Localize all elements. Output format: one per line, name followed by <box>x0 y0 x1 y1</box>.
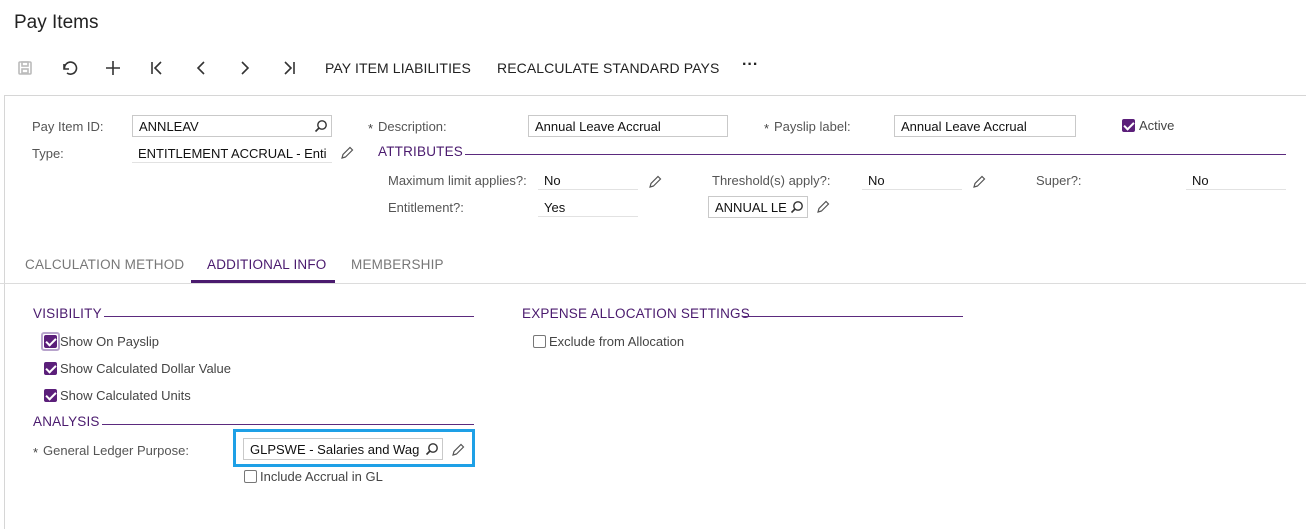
search-icon[interactable] <box>790 200 804 214</box>
payslip-label-required-marker: * <box>764 121 770 136</box>
payslip-label-label: Payslip label: <box>774 119 851 134</box>
pencil-icon[interactable] <box>815 199 831 215</box>
threshold-field[interactable]: No <box>862 170 962 190</box>
entitlement-code-input[interactable]: ANNUAL LE <box>708 196 808 218</box>
attributes-heading: ATTRIBUTES <box>378 144 464 159</box>
description-required-marker: * <box>368 121 374 136</box>
save-icon[interactable] <box>12 56 38 80</box>
pay-item-id-label: Pay Item ID: <box>32 119 104 134</box>
show-units-checkbox[interactable] <box>44 389 57 402</box>
visibility-divider <box>104 316 474 317</box>
include-accrual-label[interactable]: Include Accrual in GL <box>260 469 383 484</box>
exclude-allocation-checkbox[interactable] <box>533 335 546 348</box>
page-title: Pay Items <box>14 12 99 33</box>
show-on-payslip-label[interactable]: Show On Payslip <box>60 334 159 349</box>
gl-purpose-required-marker: * <box>33 445 39 460</box>
type-label: Type: <box>32 146 64 161</box>
description-label: Description: <box>378 119 447 134</box>
entitlement-label: Entitlement?: <box>388 200 464 215</box>
pencil-icon[interactable] <box>971 174 987 190</box>
gl-purpose-input[interactable]: GLPSWE - Salaries and Wag <box>243 438 443 460</box>
pay-item-liabilities-button[interactable]: PAY ITEM LIABILITIES <box>325 60 471 76</box>
show-units-label[interactable]: Show Calculated Units <box>60 388 191 403</box>
attributes-divider <box>465 154 1286 155</box>
max-limit-label: Maximum limit applies?: <box>388 173 527 188</box>
tab-divider <box>0 283 1306 284</box>
show-dollar-checkbox[interactable] <box>44 362 57 375</box>
show-on-payslip-checkbox[interactable] <box>44 335 57 348</box>
show-dollar-label[interactable]: Show Calculated Dollar Value <box>60 361 231 376</box>
entitlement-field[interactable]: Yes <box>538 197 638 217</box>
tab-membership[interactable]: MEMBERSHIP <box>351 257 444 272</box>
super-label: Super?: <box>1036 173 1082 188</box>
analysis-heading: ANALYSIS <box>33 414 100 429</box>
description-input[interactable]: Annual Leave Accrual <box>528 115 728 137</box>
add-icon[interactable] <box>100 56 126 80</box>
visibility-heading: VISIBILITY <box>33 306 102 321</box>
include-accrual-checkbox[interactable] <box>244 470 257 483</box>
active-label[interactable]: Active <box>1139 118 1174 133</box>
payslip-label-input[interactable]: Annual Leave Accrual <box>894 115 1076 137</box>
pay-item-id-value: ANNLEAV <box>139 119 199 134</box>
super-field[interactable]: No <box>1186 170 1286 190</box>
prev-icon[interactable] <box>188 56 214 80</box>
search-icon[interactable] <box>314 119 328 133</box>
next-icon[interactable] <box>232 56 258 80</box>
gl-purpose-value: GLPSWE - Salaries and Wag <box>250 442 420 457</box>
more-icon[interactable]: ··· <box>742 56 758 74</box>
max-limit-field[interactable]: No <box>538 170 638 190</box>
pencil-icon[interactable] <box>647 174 663 190</box>
search-icon[interactable] <box>425 442 439 456</box>
gl-purpose-label: General Ledger Purpose: <box>43 443 189 458</box>
active-checkbox[interactable] <box>1122 119 1135 132</box>
recalculate-standard-pays-button[interactable]: RECALCULATE STANDARD PAYS <box>497 60 719 76</box>
pay-item-id-input[interactable]: ANNLEAV <box>132 115 332 137</box>
tab-additional-info[interactable]: ADDITIONAL INFO <box>207 257 327 272</box>
pencil-icon[interactable] <box>339 145 355 161</box>
entitlement-code-value: ANNUAL LE <box>715 200 787 215</box>
threshold-label: Threshold(s) apply?: <box>712 173 831 188</box>
pencil-icon[interactable] <box>450 442 466 458</box>
analysis-divider <box>102 424 474 425</box>
first-icon[interactable] <box>144 56 170 80</box>
undo-icon[interactable] <box>56 56 82 80</box>
last-icon[interactable] <box>276 56 302 80</box>
expense-heading: EXPENSE ALLOCATION SETTINGS <box>522 306 750 321</box>
exclude-allocation-label[interactable]: Exclude from Allocation <box>549 334 684 349</box>
tab-calculation-method[interactable]: CALCULATION METHOD <box>25 257 184 272</box>
expense-divider <box>742 316 963 317</box>
type-field[interactable]: ENTITLEMENT ACCRUAL - Enti <box>132 143 332 163</box>
